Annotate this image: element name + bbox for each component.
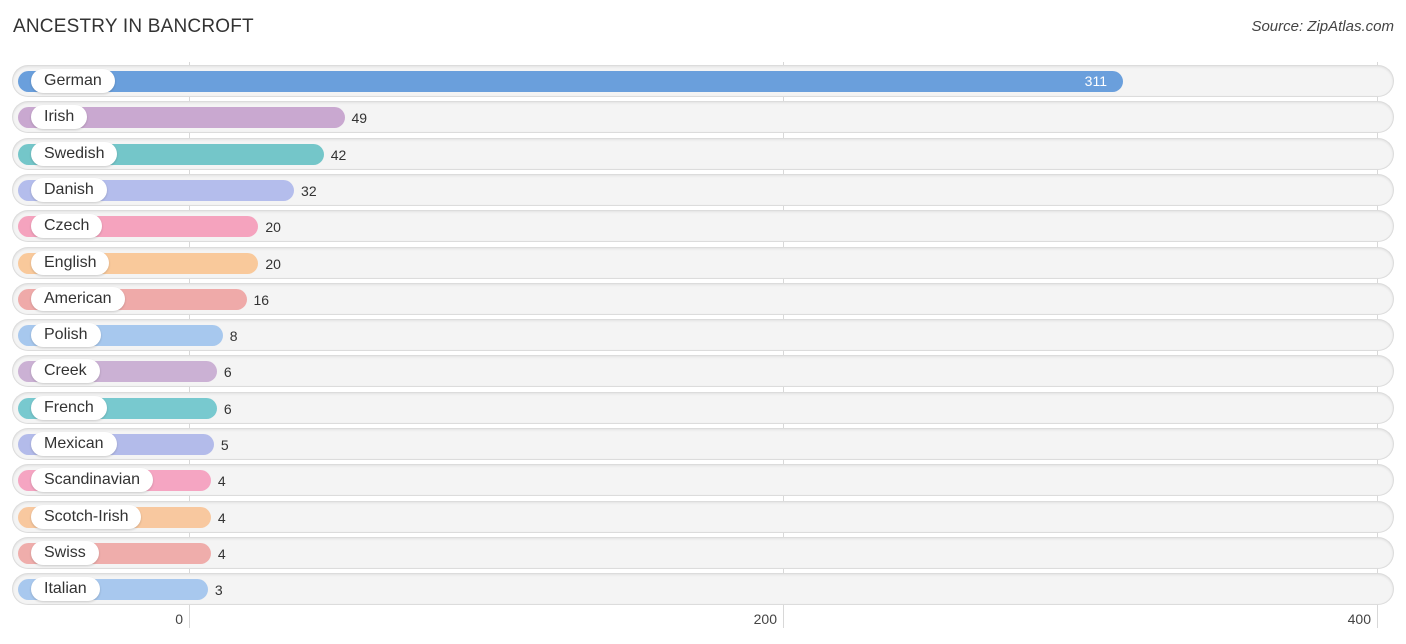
category-label: Danish [31,178,107,202]
category-label: Swedish [31,142,118,166]
x-tick-label: 0 [175,611,183,627]
value-label: 4 [217,546,226,562]
value-label: 311 [1084,73,1107,89]
category-label: Irish [31,105,88,129]
value-label: 20 [265,256,281,272]
category-label: Creek [31,359,100,383]
category-label: Scotch-Irish [31,505,142,529]
value-label: 32 [301,183,317,199]
category-label: German [31,69,115,93]
category-label: American [31,287,125,311]
bar-chart: 0 200 400 German 311 Irish 49 Swedish 42 Danish 32… [0,0,1406,644]
value-label: 49 [351,110,368,126]
x-tick-label: 200 [753,611,777,627]
category-label: Mexican [31,432,117,456]
value-label: 20 [265,219,281,235]
category-label: French [31,396,107,420]
bar-track [13,393,1393,423]
value-label: 6 [223,401,232,417]
category-label: English [31,251,110,275]
category-label: Polish [31,323,101,347]
value-label: 4 [217,473,226,489]
value-label: 4 [217,510,226,526]
value-label: 16 [253,292,270,308]
bar-track [13,356,1393,386]
category-label: Swiss [31,541,99,565]
category-label: Czech [31,214,103,238]
category-label: Scandinavian [31,468,154,492]
value-label: 8 [229,328,238,344]
value-label: 3 [214,582,223,598]
bar[interactable] [18,70,1123,92]
value-label: 6 [223,364,232,380]
value-label: 42 [330,147,347,163]
value-label: 5 [220,437,229,453]
x-tick-label: 400 [1347,611,1371,627]
category-label: Italian [31,577,100,601]
